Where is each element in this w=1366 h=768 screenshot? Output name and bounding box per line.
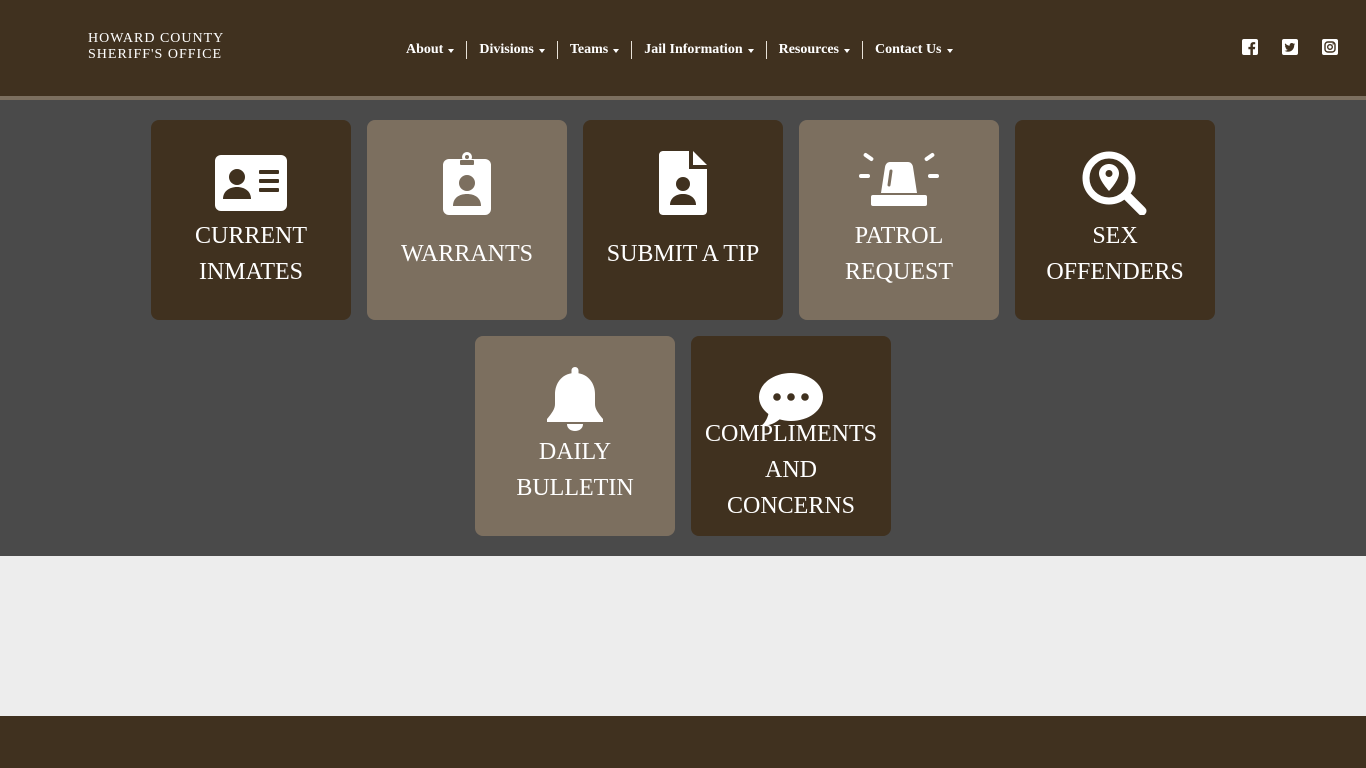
chevron-down-icon [613,49,620,53]
facebook-icon[interactable] [1242,39,1258,55]
tile-label-line: REQUEST [845,259,953,285]
tile-compliments-and-concerns[interactable]: COMPLIMENTS AND CONCERNS [691,336,891,536]
nav-label: Contact Us [875,42,942,57]
nav-label: Jail Information [644,42,743,57]
tile-label: DAILY BULLETIN [475,434,675,506]
tile-label: WARRANTS [367,236,567,272]
tile-label: CURRENT INMATES [151,218,351,290]
nav-item-teams[interactable]: Teams [556,41,631,59]
tile-label-line: CURRENT [194,223,307,249]
chevron-down-icon [448,49,455,53]
nav-item-divisions[interactable]: Divisions [466,41,556,59]
tile-label-line: SUBMIT A TIP [606,241,760,267]
tile-label: COMPLIMENTS AND CONCERNS [691,416,891,524]
tile-warrants[interactable]: WARRANTS [367,120,567,320]
twitter-icon[interactable] [1282,39,1298,55]
tile-label-line: PATROL [854,223,944,249]
badge-id-icon [443,152,491,215]
main-nav: About Divisions Teams Jail Information R… [394,41,965,59]
tile-current-inmates[interactable]: CURRENT INMATES [151,120,351,320]
nav-item-resources[interactable]: Resources [765,41,862,59]
site-header: HOWARD COUNTY SHERIFF'S OFFICE About Div… [0,0,1366,96]
tile-sex-offenders[interactable]: SEX OFFENDERS [1015,120,1215,320]
chevron-down-icon [946,49,953,53]
site-footer [0,716,1366,768]
instagram-icon[interactable] [1322,39,1338,55]
tile-label: SUBMIT A TIP [583,236,783,272]
nav-label: Divisions [479,42,534,57]
chevron-down-icon [844,49,851,53]
tile-label: PATROL REQUEST [799,218,999,290]
chevron-down-icon [747,49,754,53]
tile-label-line: DAILY [538,439,612,465]
nav-label: Resources [778,42,840,57]
tile-label: SEX OFFENDERS [1015,218,1215,290]
siren-icon [859,152,939,206]
tile-label-line: COMPLIMENTS [704,421,878,447]
tile-label-line: SEX [1092,223,1138,249]
nav-item-about[interactable]: About [394,41,466,59]
tile-submit-a-tip[interactable]: SUBMIT A TIP [583,120,783,320]
id-card-icon [215,155,287,211]
tile-label-line: INMATES [198,259,303,285]
tile-patrol-request[interactable]: PATROL REQUEST [799,120,999,320]
bell-icon [547,367,603,431]
tile-label-line: WARRANTS [400,241,533,267]
nav-item-jail-information[interactable]: Jail Information [631,41,765,59]
tile-label-line: AND [765,457,817,483]
tile-label-line: CONCERNS [726,493,856,519]
logo-line-1: HOWARD COUNTY [88,31,225,46]
search-location-icon [1082,151,1147,215]
tile-daily-bulletin[interactable]: DAILY BULLETIN [475,336,675,536]
nav-label: Teams [569,42,609,57]
nav-label: About [406,42,444,57]
chevron-down-icon [538,49,545,53]
tile-label-line: BULLETIN [516,475,634,501]
tile-label-line: OFFENDERS [1046,259,1184,285]
site-logo[interactable]: HOWARD COUNTY SHERIFF'S OFFICE [88,31,224,63]
nav-item-contact-us[interactable]: Contact Us [862,41,965,59]
logo-line-2: SHERIFF'S OFFICE [88,47,223,62]
file-user-icon [659,151,707,215]
quick-links-section: CURRENT INMATES WARRANTS SUBMIT A TIP PA… [0,100,1366,556]
